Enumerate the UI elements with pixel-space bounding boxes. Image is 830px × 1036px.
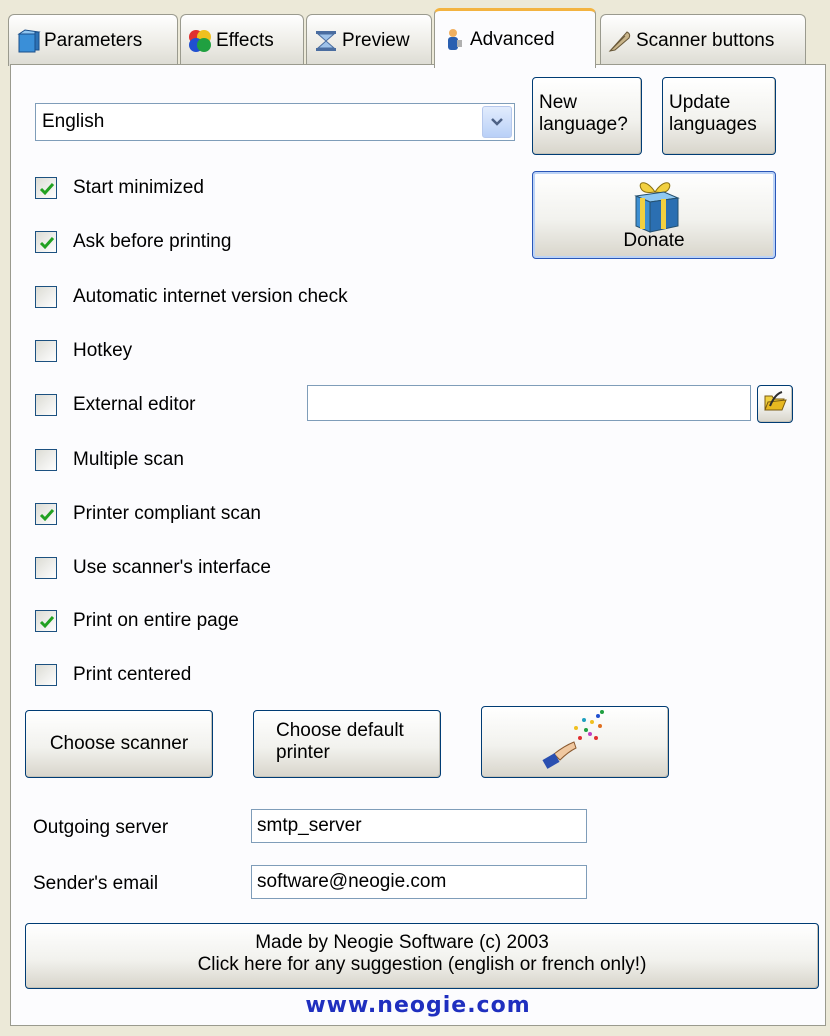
tab-preview[interactable]: Preview [306, 14, 432, 66]
option-ask-before-printing[interactable]: Ask before printing [35, 227, 231, 257]
internet-version-check-checkbox[interactable] [35, 286, 57, 308]
option-internet-version-check[interactable]: Automatic internet version check [35, 282, 348, 312]
outgoing-server-input[interactable]: smtp_server [251, 809, 587, 843]
print-entire-page-checkbox[interactable] [35, 610, 57, 632]
printer-compliant-scan-checkbox[interactable] [35, 503, 57, 525]
option-label: Print centered [73, 664, 192, 685]
language-select-value: English [42, 111, 105, 132]
external-editor-checkbox[interactable] [35, 394, 57, 416]
choose-printer-line2: printer [276, 742, 330, 763]
option-label: Print on entire page [73, 610, 239, 631]
option-external-editor[interactable]: External editor [35, 390, 196, 420]
tab-scanner-buttons[interactable]: Scanner buttons [600, 14, 806, 66]
tab-bar: Parameters Effects Preview Advanced Scan… [8, 8, 830, 68]
option-print-centered[interactable]: Print centered [35, 660, 191, 690]
hourglass-icon [313, 28, 339, 54]
choose-default-printer-button[interactable]: Choose default printer [253, 710, 441, 778]
suggestion-button[interactable]: Made by Neogie Software (c) 2003 Click h… [25, 923, 819, 989]
chevron-down-icon[interactable] [482, 106, 512, 138]
advanced-panel: English New language? Update languages D… [10, 64, 826, 1026]
external-editor-path-input[interactable] [307, 385, 751, 421]
folder-icon [762, 388, 788, 420]
choose-scanner-label: Choose scanner [49, 733, 189, 754]
website-link[interactable]: www.neogie.com [11, 993, 825, 1018]
option-use-scanner-interface[interactable]: Use scanner's interface [35, 553, 271, 583]
choose-printer-line1: Choose default [276, 720, 404, 741]
document-icon [15, 28, 41, 54]
confetti-hand-icon [540, 708, 610, 776]
person-icon [441, 27, 467, 53]
update-languages-line2: languages [669, 114, 757, 135]
choose-scanner-button[interactable]: Choose scanner [25, 710, 213, 778]
tab-effects[interactable]: Effects [180, 14, 304, 66]
sender-email-label: Sender's email [33, 873, 159, 894]
suggestion-line: Click here for any suggestion (english o… [197, 954, 647, 975]
option-label: Start minimized [73, 177, 204, 198]
tab-advanced[interactable]: Advanced [434, 8, 596, 68]
option-label: Automatic internet version check [73, 286, 348, 307]
option-multiple-scan[interactable]: Multiple scan [35, 445, 184, 475]
new-language-line1: New [539, 92, 578, 113]
tab-label: Preview [342, 29, 410, 51]
outgoing-server-label: Outgoing server [33, 817, 169, 838]
hotkey-checkbox[interactable] [35, 340, 57, 362]
celebrate-button[interactable] [481, 706, 669, 778]
option-start-minimized[interactable]: Start minimized [35, 173, 204, 203]
update-languages-line1: Update [669, 92, 731, 113]
browse-editor-button[interactable] [757, 385, 793, 423]
option-label: Printer compliant scan [73, 503, 261, 524]
language-select[interactable]: English [35, 103, 515, 141]
option-print-entire-page[interactable]: Print on entire page [35, 606, 239, 636]
option-label: Use scanner's interface [73, 557, 271, 578]
option-label: Ask before printing [73, 231, 232, 252]
print-centered-checkbox[interactable] [35, 664, 57, 686]
use-scanner-interface-checkbox[interactable] [35, 557, 57, 579]
donate-button[interactable]: Donate [532, 171, 776, 259]
tab-parameters[interactable]: Parameters [8, 14, 178, 66]
donate-label: Donate [623, 230, 685, 251]
option-label: Hotkey [73, 340, 133, 361]
option-label: External editor [73, 394, 196, 415]
multiple-scan-checkbox[interactable] [35, 449, 57, 471]
option-label: Multiple scan [73, 449, 184, 470]
start-minimized-checkbox[interactable] [35, 177, 57, 199]
tab-label: Parameters [44, 29, 143, 51]
tab-label: Scanner buttons [636, 29, 775, 51]
update-languages-button[interactable]: Update languages [662, 77, 776, 155]
new-language-line2: language? [539, 114, 628, 135]
color-wheel-icon [187, 28, 213, 54]
option-printer-compliant-scan[interactable]: Printer compliant scan [35, 499, 261, 529]
option-hotkey[interactable]: Hotkey [35, 336, 132, 366]
ask-before-printing-checkbox[interactable] [35, 231, 57, 253]
new-language-button[interactable]: New language? [532, 77, 642, 155]
feather-pen-icon [607, 28, 633, 54]
tab-label: Effects [216, 29, 274, 51]
credits-line: Made by Neogie Software (c) 2003 [255, 932, 549, 953]
sender-email-input[interactable]: software@neogie.com [251, 865, 587, 899]
tab-label: Advanced [470, 28, 555, 50]
